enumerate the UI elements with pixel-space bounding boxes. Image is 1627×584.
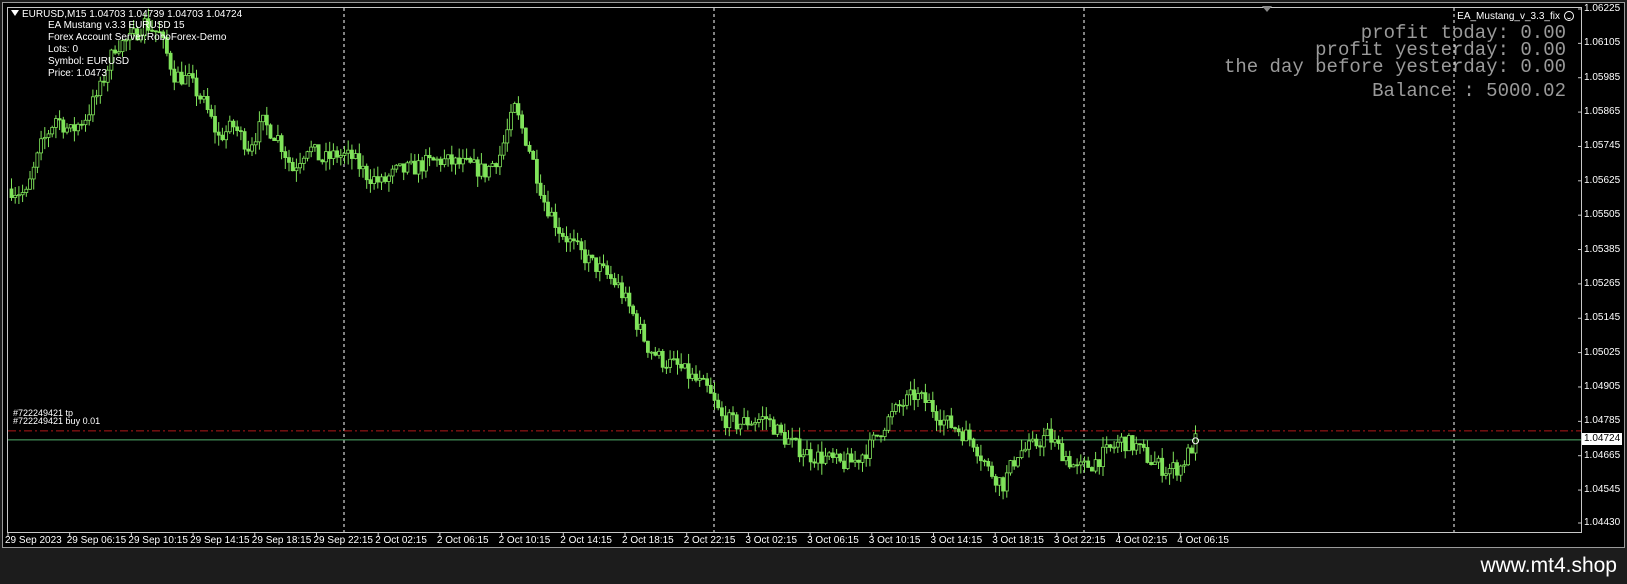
time-tick-label: 29 Sep 22:15 <box>313 535 374 546</box>
time-tick-label: 3 Oct 06:15 <box>807 535 859 546</box>
ea-info-line: Price: 1.0473 <box>48 68 107 79</box>
time-tick-label: 29 Sep 14:15 <box>190 535 250 546</box>
time-tick-label: 29 Sep 06:15 <box>66 535 127 546</box>
price-tick-label: 1.04545 <box>1584 484 1621 496</box>
time-tick-label: 3 Oct 10:15 <box>868 535 921 546</box>
price-tick-label: 1.06105 <box>1584 37 1621 49</box>
time-tick-label: 3 Oct 14:15 <box>930 535 983 546</box>
dropdown-triangle-icon[interactable] <box>11 10 19 16</box>
ea-info-line: Forex Account Server:RoboForex-Demo <box>48 32 227 43</box>
price-tick-label: 1.05505 <box>1584 209 1621 221</box>
price-tick-label: 1.05625 <box>1584 174 1621 186</box>
price-tick-label: 1.05265 <box>1584 277 1621 289</box>
price-tick-label: 1.05385 <box>1584 243 1621 255</box>
time-tick-label: 4 Oct 06:15 <box>1177 535 1229 546</box>
time-tick-label: 29 Sep 18:15 <box>251 535 312 546</box>
price-tick-label: 1.04785 <box>1584 415 1621 427</box>
day-before-yesterday-text: the day before yesterday: 0.00 <box>1223 56 1566 78</box>
price-tick-label: 1.05985 <box>1584 71 1621 83</box>
ea-info-line: Lots: 0 <box>48 44 79 55</box>
time-tick-label: 29 Sep 10:15 <box>128 535 188 546</box>
smiley-icon[interactable] <box>1564 11 1574 21</box>
price-tick-label: 1.04665 <box>1584 449 1621 461</box>
current-price-tag: 1.04724 <box>1582 432 1622 445</box>
time-tick-label: 29 Sep 2023 <box>5 535 62 546</box>
time-tick-label: 3 Oct 22:15 <box>1053 535 1106 546</box>
price-tick-label: 1.05025 <box>1584 346 1621 358</box>
price-tick-label: 1.05745 <box>1584 140 1621 152</box>
watermark-text: www.mt4.shop <box>1480 554 1617 577</box>
time-tick-label: 2 Oct 02:15 <box>375 535 427 546</box>
symbol-info: EURUSD,M15 1.04703 1.04739 1.04703 1.047… <box>22 9 243 20</box>
time-tick-label: 3 Oct 18:15 <box>992 535 1044 546</box>
ea-info-line: EA Mustang v.3.3 EURUSD 15 <box>48 20 185 31</box>
chart-shift-marker-icon[interactable] <box>1262 6 1272 12</box>
price-tick-label: 1.04430 <box>1584 517 1621 528</box>
chart-window[interactable]: EURUSD,M15 1.04703 1.04739 1.04703 1.047… <box>2 2 1625 548</box>
order-buy-label[interactable]: #722249421 buy 0.01 <box>13 416 100 426</box>
balance-text: Balance : 5000.02 <box>1372 80 1566 102</box>
time-tick-label: 2 Oct 18:15 <box>622 535 674 546</box>
price-tick-label: 1.04905 <box>1584 380 1621 392</box>
ea-info-line: Symbol: EURUSD <box>48 56 130 67</box>
time-tick-label: 2 Oct 10:15 <box>498 535 551 546</box>
price-tick-label: 1.06225 <box>1584 3 1621 14</box>
price-tick-label: 1.05145 <box>1584 312 1621 324</box>
time-tick-label: 2 Oct 06:15 <box>436 535 489 546</box>
price-tick-label: 1.05865 <box>1584 106 1621 118</box>
time-tick-label: 3 Oct 02:15 <box>745 535 798 546</box>
time-tick-label: 2 Oct 14:15 <box>560 535 612 546</box>
time-tick-label: 4 Oct 02:15 <box>1115 535 1168 546</box>
time-tick-label: 2 Oct 22:15 <box>683 535 736 546</box>
